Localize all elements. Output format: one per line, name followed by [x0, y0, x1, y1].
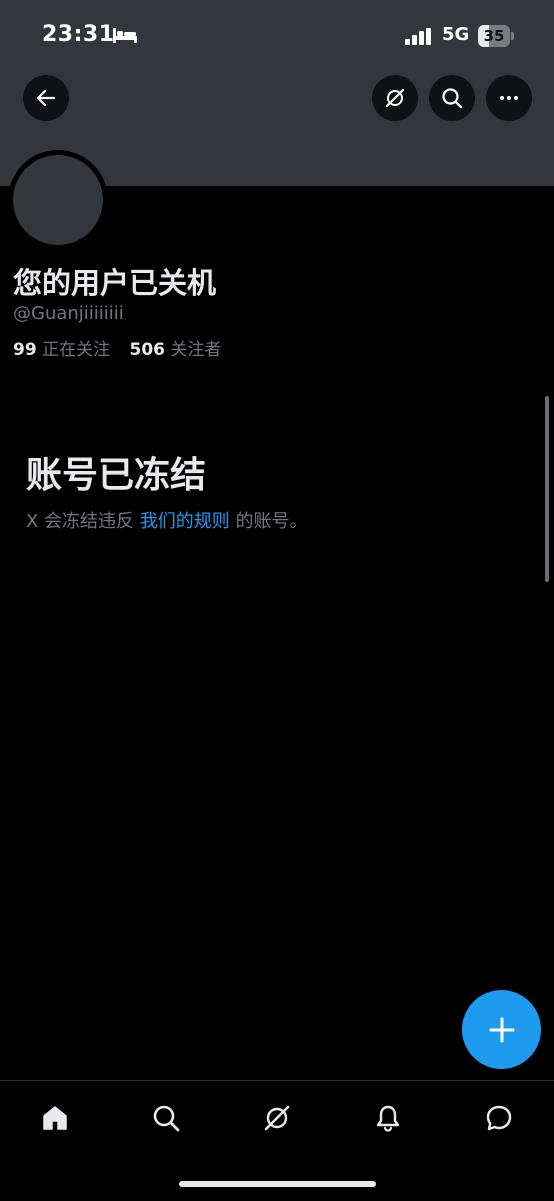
- grok-button[interactable]: [372, 75, 418, 121]
- notifications-icon: [376, 1105, 400, 1132]
- search-icon: [153, 1105, 180, 1132]
- more-icon: [500, 96, 518, 100]
- frozen-desc-prefix: X 会冻结违反: [26, 511, 135, 532]
- tab-messages[interactable]: [476, 1095, 522, 1141]
- search-button[interactable]: [429, 75, 475, 121]
- network-type: 5G: [442, 24, 470, 45]
- rules-link[interactable]: 我们的规则: [140, 511, 230, 532]
- back-button[interactable]: [23, 75, 69, 121]
- profile-stats: 99 正在关注 506 关注者: [13, 335, 235, 360]
- tab-search[interactable]: [143, 1095, 189, 1141]
- signal-icon: [405, 28, 431, 45]
- plus-icon: [489, 1017, 514, 1042]
- bed-icon: [113, 28, 137, 43]
- battery-indicator: 35: [478, 25, 514, 47]
- scrollbar[interactable]: [545, 396, 549, 582]
- frozen-description: X 会冻结违反 我们的规则 的账号。: [26, 507, 308, 533]
- grok-icon: [264, 1105, 290, 1131]
- messages-icon: [486, 1105, 512, 1131]
- tab-home[interactable]: [32, 1095, 78, 1141]
- avatar[interactable]: [8, 150, 108, 250]
- tab-grok[interactable]: [254, 1095, 300, 1141]
- search-icon: [442, 88, 463, 109]
- following-count: 99: [13, 340, 37, 360]
- battery-level: 35: [483, 27, 505, 45]
- frozen-desc-suffix: 的账号。: [235, 511, 308, 532]
- following-stat[interactable]: 99 正在关注: [13, 340, 110, 360]
- grok-icon: [385, 88, 405, 108]
- home-indicator: [179, 1181, 376, 1187]
- home-icon: [43, 1106, 67, 1130]
- compose-button[interactable]: [462, 990, 541, 1069]
- followers-label: 关注者: [170, 340, 222, 360]
- followers-count: 506: [129, 340, 165, 360]
- user-handle: @Guanjiiiiiiii: [13, 303, 124, 324]
- display-name: 您的用户已关机: [13, 266, 217, 300]
- status-time: 23:31: [42, 22, 115, 47]
- followers-stat[interactable]: 506 关注者: [129, 340, 221, 360]
- more-button[interactable]: [486, 75, 532, 121]
- back-arrow-icon: [36, 89, 56, 107]
- tab-notifications[interactable]: [365, 1095, 411, 1141]
- avatar-placeholder: [13, 155, 103, 245]
- frozen-title: 账号已冻结: [26, 455, 207, 496]
- following-label: 正在关注: [42, 340, 111, 360]
